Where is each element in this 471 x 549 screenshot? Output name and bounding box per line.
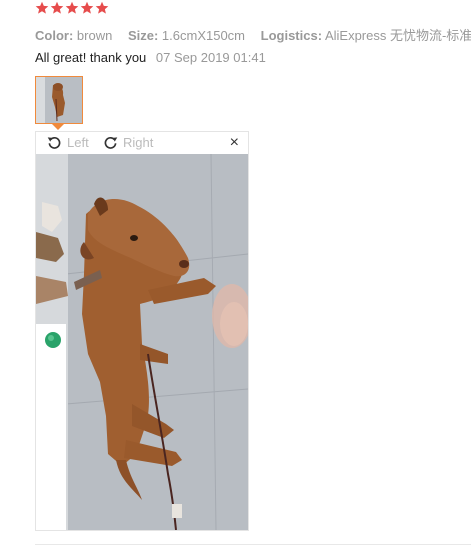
rotate-left-icon: [47, 137, 61, 149]
logistics-attribute-value: AliExpress 无忧物流-标准: [324, 28, 471, 43]
close-viewer-button[interactable]: ×: [230, 135, 239, 151]
size-attribute-value: 1.6cmX150cm: [161, 28, 246, 43]
review-date: 07 Sep 2019 01:41: [155, 50, 266, 65]
logistics-attribute-label: Logistics:: [260, 28, 323, 43]
size-attribute-label: Size:: [127, 28, 159, 43]
star-icon: [65, 1, 79, 14]
color-attribute-label: Color:: [35, 28, 74, 43]
rotate-left-label: Left: [67, 135, 89, 150]
review-divider: [35, 544, 471, 545]
rotate-right-button[interactable]: Right: [102, 134, 153, 151]
star-icon: [50, 1, 64, 14]
photo-viewer: Left Right ×: [35, 131, 249, 531]
rating-stars: [35, 1, 109, 15]
viewer-toolbar: Left Right ×: [36, 132, 248, 154]
star-icon: [80, 1, 94, 14]
review-photo: [36, 154, 248, 530]
product-attributes: Color: brown Size: 1.6cmX150cm Logistics…: [35, 25, 471, 44]
rotate-left-button[interactable]: Left: [46, 134, 89, 151]
thumbnail-selected-indicator: [52, 124, 64, 130]
star-icon: [95, 1, 109, 14]
rotate-right-label: Right: [123, 135, 154, 150]
dog-photo-image: [36, 154, 248, 530]
dog-photo-thumbnail-image: [36, 77, 82, 123]
color-attribute-value: brown: [76, 28, 113, 43]
rotate-right-icon: [104, 137, 118, 149]
star-icon: [35, 1, 49, 14]
review-photo-thumbnail[interactable]: [35, 76, 83, 124]
review-line: All great! thank you 07 Sep 2019 01:41: [35, 50, 266, 65]
review-text: All great! thank you: [35, 50, 147, 65]
